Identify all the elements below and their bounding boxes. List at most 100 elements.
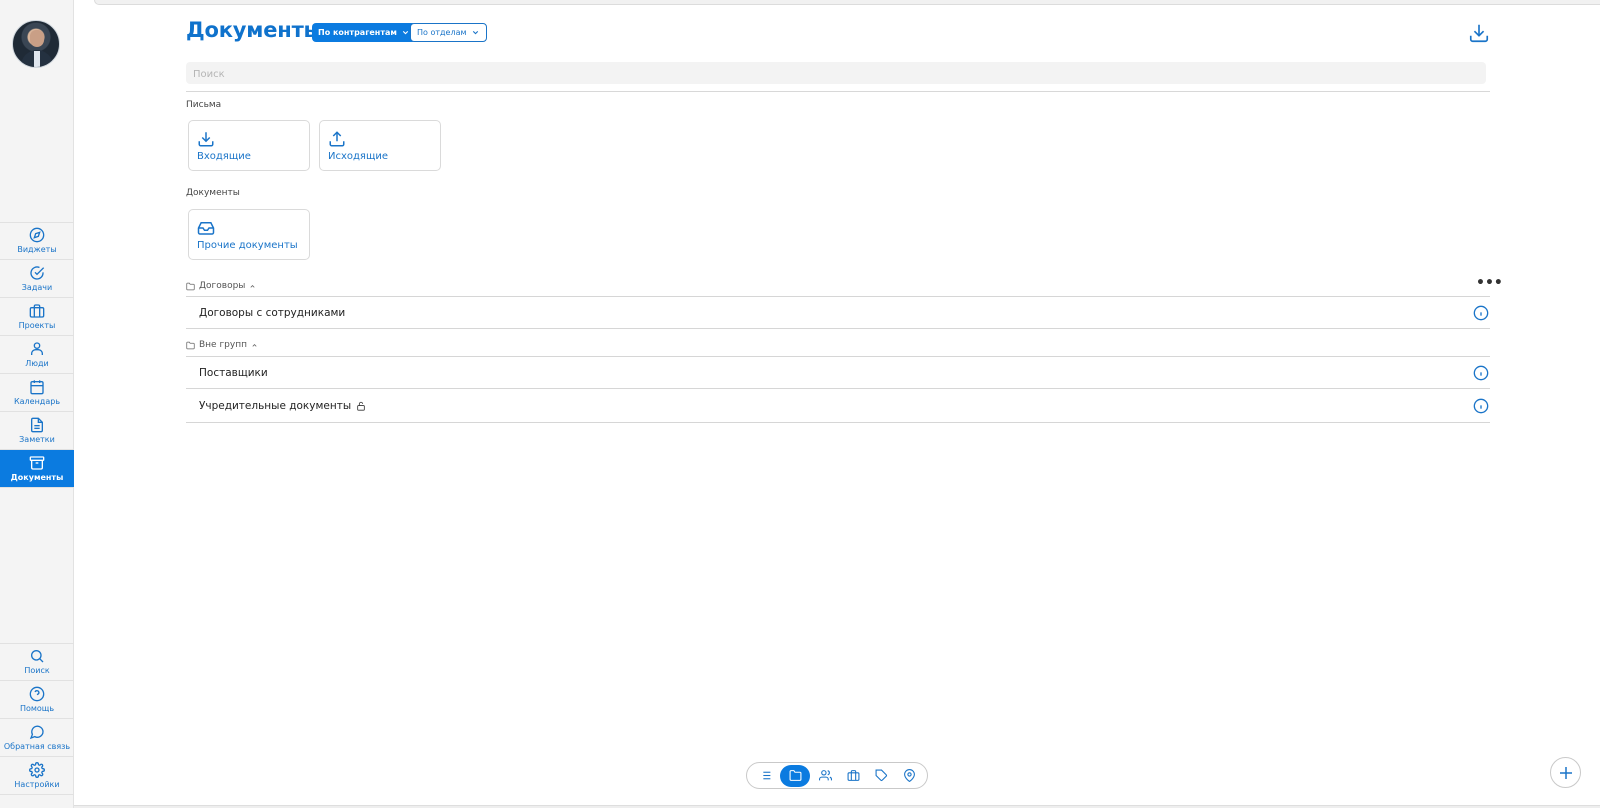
people-view-button[interactable] [812, 765, 838, 787]
sidebar-item-label: Календарь [13, 396, 61, 406]
upload-icon [329, 131, 345, 147]
filter-label: По контрагентам [318, 28, 397, 37]
top-sliver [94, 0, 1600, 5]
chevron-down-icon [402, 30, 409, 35]
location-view-button[interactable] [896, 765, 922, 787]
sidebar-bottom-nav: Поиск Помощь Обратная связь Настройки [0, 643, 74, 795]
info-icon[interactable] [1473, 305, 1489, 321]
app-window: Виджеты Задачи Проекты Люди Календарь За… [0, 0, 1600, 808]
sidebar-item-label: Настройки [14, 779, 60, 789]
list-view-button[interactable] [752, 765, 778, 787]
sidebar: Виджеты Задачи Проекты Люди Календарь За… [0, 0, 74, 808]
row-label: Договоры с сотрудниками [199, 307, 345, 319]
more-options-icon[interactable]: ••• [1476, 276, 1503, 290]
sidebar-item-search[interactable]: Поиск [0, 643, 74, 681]
check-circle-icon [30, 265, 45, 280]
chevron-down-icon [472, 30, 478, 35]
folder-icon [186, 341, 195, 349]
plus-icon [1559, 766, 1572, 779]
sidebar-item-label: Помощь [19, 703, 55, 713]
avatar-shirt [34, 51, 40, 67]
inbox-icon [197, 222, 215, 235]
search-bar [186, 62, 1486, 86]
sidebar-item-feedback[interactable]: Обратная связь [0, 719, 74, 757]
add-button[interactable] [1550, 757, 1581, 788]
lock-icon [357, 401, 365, 411]
sidebar-item-widgets[interactable]: Виджеты [0, 222, 74, 260]
projects-view-button[interactable] [840, 765, 866, 787]
avatar-face [30, 30, 44, 47]
sidebar-item-label: Виджеты [17, 245, 57, 254]
sidebar-item-label: Заметки [19, 434, 55, 444]
info-icon[interactable] [1473, 398, 1489, 414]
sidebar-item-settings[interactable]: Настройки [0, 757, 74, 795]
row-text: Поставщики [199, 367, 268, 379]
sidebar-item-label: Люди [25, 358, 49, 368]
download-icon [198, 132, 214, 147]
card-incoming[interactable]: Входящие [188, 120, 310, 171]
divider [186, 91, 1490, 92]
chat-icon [29, 725, 44, 739]
folder-view-button[interactable] [780, 764, 810, 787]
sidebar-item-label: Проекты [18, 320, 56, 330]
page-title: Документы [186, 18, 323, 42]
info-icon[interactable] [1473, 365, 1489, 381]
list-item[interactable]: Договоры с сотрудниками [186, 296, 1490, 329]
help-icon [29, 686, 45, 701]
sidebar-item-label: Поиск [24, 666, 50, 675]
briefcase-icon [29, 303, 45, 318]
folder-icon [789, 770, 801, 781]
filter-by-counterparty-button[interactable]: По контрагентам [312, 23, 416, 42]
group-header-ungrouped[interactable]: Вне групп [186, 340, 258, 350]
search-icon [31, 650, 44, 663]
archive-icon [29, 455, 45, 470]
group-name: Договоры [199, 281, 246, 291]
sidebar-main-nav: Виджеты Задачи Проекты Люди Календарь За… [0, 222, 74, 488]
sidebar-item-label: Обратная связь [3, 741, 71, 751]
sidebar-item-notes[interactable]: Заметки [0, 412, 74, 450]
search-input[interactable] [186, 63, 1486, 86]
sidebar-item-label: Документы [10, 472, 64, 482]
group-header-contracts[interactable]: Договоры [186, 281, 256, 291]
list-item[interactable]: Учредительные документы [186, 390, 1490, 423]
people-icon [818, 770, 832, 781]
sidebar-item-tasks[interactable]: Задачи [0, 260, 74, 298]
sidebar-item-people[interactable]: Люди [0, 336, 74, 374]
gear-icon [29, 761, 45, 778]
tag-icon [875, 769, 887, 781]
note-icon [31, 417, 43, 432]
avatar[interactable] [12, 20, 60, 68]
chevron-up-icon [252, 343, 257, 347]
folder-icon [186, 282, 195, 290]
row-text: Учредительные документы [199, 400, 352, 412]
location-icon [903, 769, 915, 782]
card-other-documents[interactable]: Прочие документы [188, 209, 310, 260]
card-outgoing[interactable]: Исходящие [319, 120, 441, 171]
compass-icon [29, 227, 45, 243]
user-icon [31, 341, 43, 355]
section-label-letters: Письма [186, 100, 222, 110]
briefcase-icon [847, 770, 859, 781]
card-label: Входящие [197, 151, 251, 162]
filter-by-department-button[interactable]: По отделам [410, 23, 487, 42]
sidebar-item-calendar[interactable]: Календарь [0, 374, 74, 412]
download-icon[interactable] [1468, 22, 1490, 44]
section-label-documents: Документы [186, 188, 240, 198]
row-label: Учредительные документы [199, 400, 366, 412]
calendar-icon [30, 379, 44, 394]
sidebar-item-help[interactable]: Помощь [0, 681, 74, 719]
list-icon [760, 771, 770, 780]
list-item[interactable]: Поставщики [186, 356, 1490, 389]
chevron-up-icon [250, 284, 255, 288]
row-label: Поставщики [199, 367, 268, 379]
filter-label: По отделам [417, 28, 467, 37]
row-text: Договоры с сотрудниками [199, 307, 346, 319]
bottom-toolbar [746, 762, 928, 789]
group-name: Вне групп [199, 340, 247, 350]
sidebar-item-documents[interactable]: Документы [0, 450, 74, 488]
card-label: Исходящие [328, 151, 389, 162]
tags-view-button[interactable] [868, 765, 894, 787]
sidebar-item-label: Задачи [21, 282, 53, 292]
card-label: Прочие документы [197, 240, 298, 251]
sidebar-item-projects[interactable]: Проекты [0, 298, 74, 336]
